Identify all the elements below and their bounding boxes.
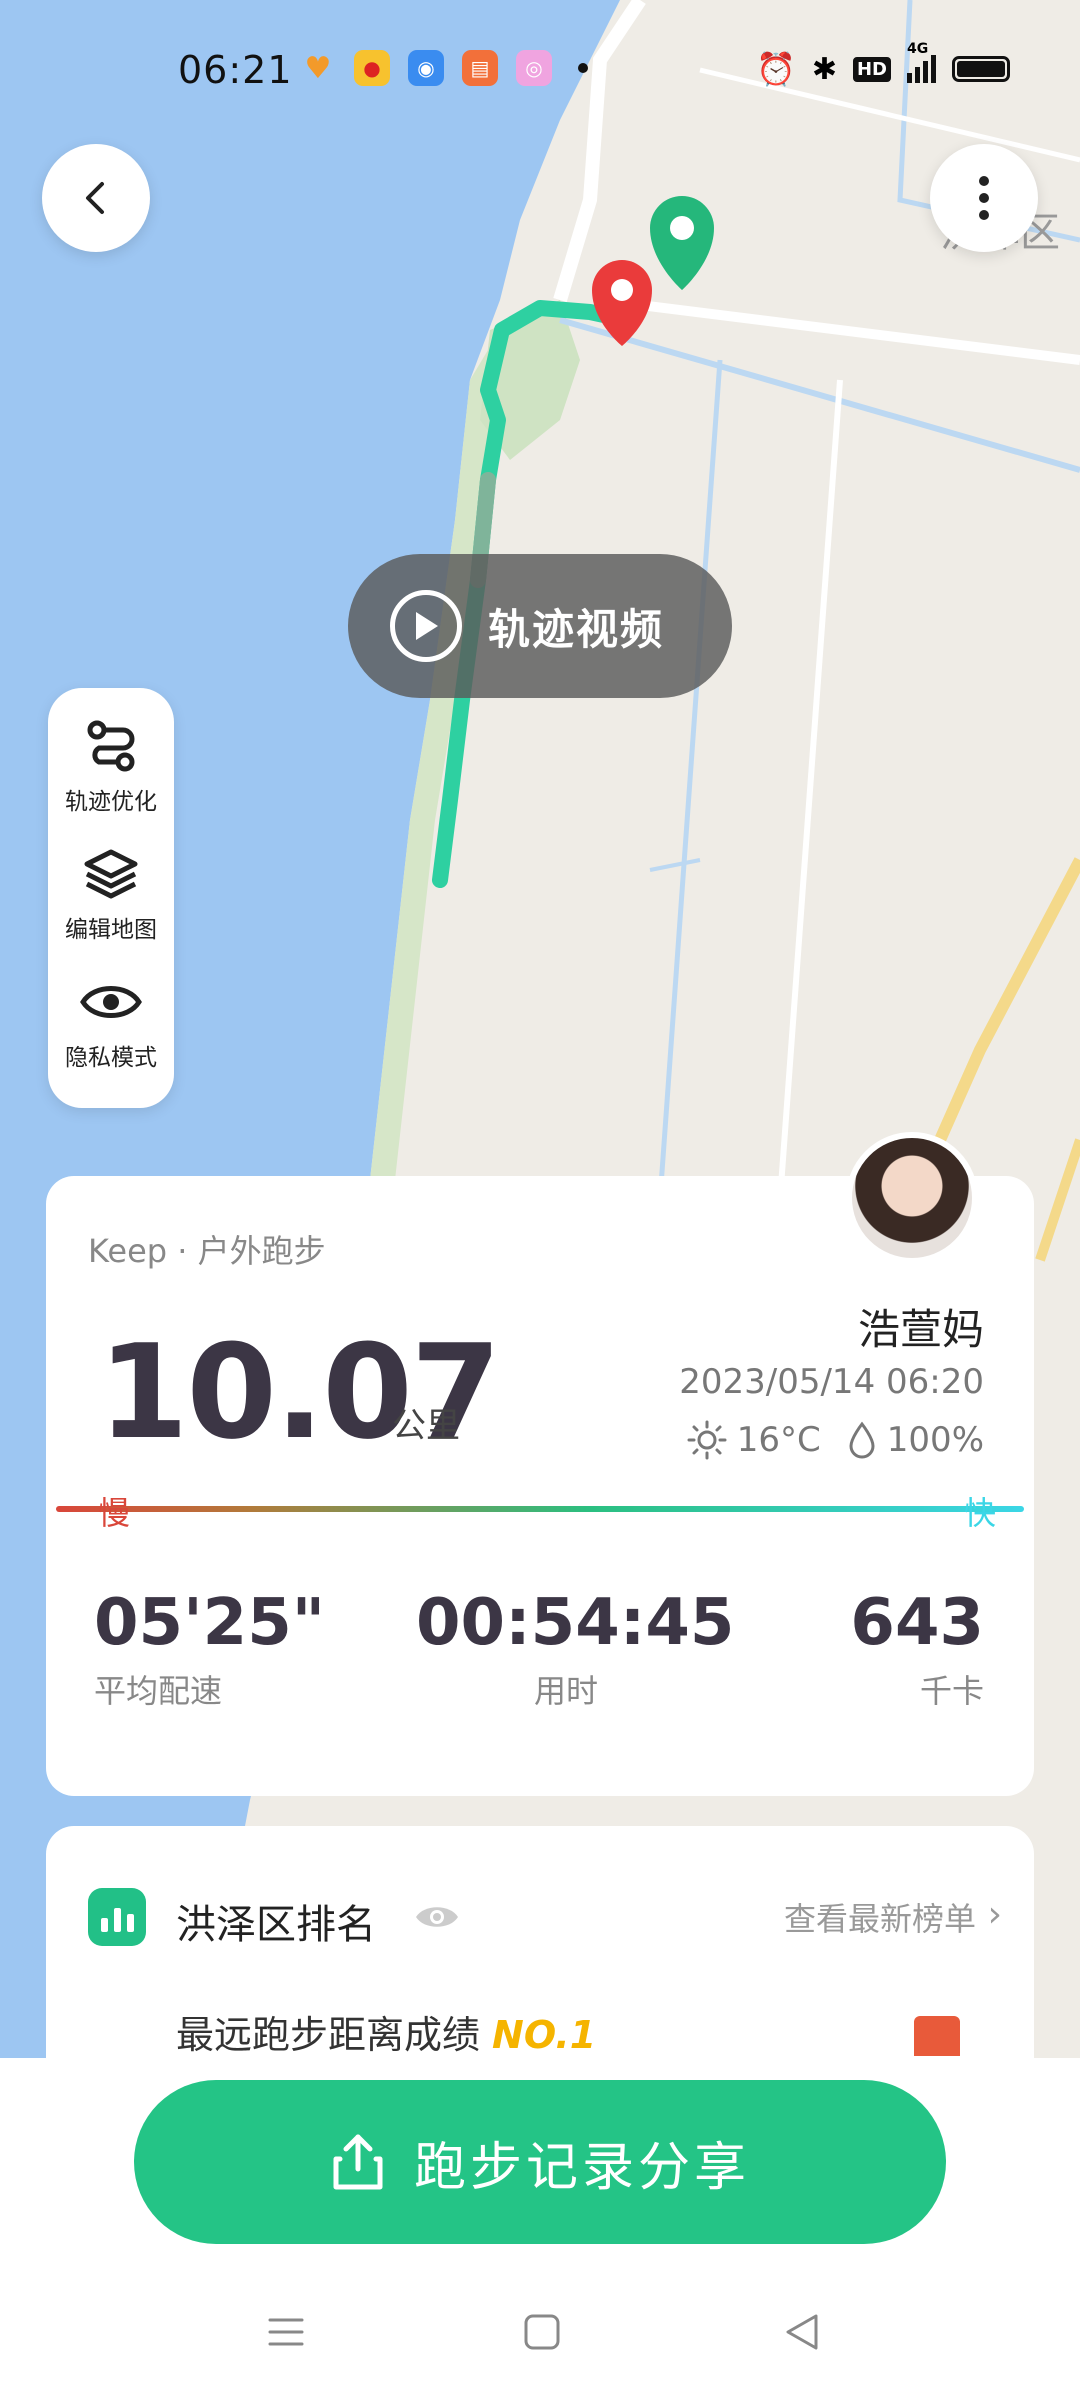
tool-privacy-mode[interactable]: 隐私模式 [48,970,174,1072]
weather-info: 16°C 100% [687,1420,984,1460]
status-time: 06:21 [178,48,293,92]
track-video-button[interactable]: 轨迹视频 [348,554,732,698]
eye-icon [48,970,174,1034]
rank-badge: NO.1 [492,2013,597,2057]
stat-label: 用时 [533,1672,598,1710]
share-icon [333,2134,383,2190]
browser-app-icon: ◉ [408,50,444,86]
share-button-label: 跑步记录分享 [413,2137,750,2198]
battery-icon [952,56,1010,82]
stat-duration: 00:54:45 用时 [416,1586,735,1712]
activity-source: Keep · 户外跑步 [88,1232,326,1270]
back-button[interactable] [42,144,150,252]
map-toolbox: 轨迹优化 编辑地图 隐私模式 [48,688,174,1108]
pace-gradient-bar [56,1506,1024,1512]
play-icon [390,590,462,662]
reader-app-icon: ▤ [462,50,498,86]
bluetooth-icon: ✱ [811,51,837,87]
status-bar: 06:21 ♥ ● ◉ ▤ ◎ ⏰ ✱ HD 4G [0,0,1080,140]
sun-icon [687,1420,727,1460]
alarm-icon: ⏰ [756,50,796,88]
tool-edit-map[interactable]: 编辑地图 [48,842,174,944]
system-nav-bar [0,2280,1080,2400]
stat-avg-pace: 05'25" 平均配速 [94,1586,325,1712]
visibility-eye-icon[interactable] [414,1902,460,1932]
tool-label: 编辑地图 [65,917,157,943]
stat-value: 643 [850,1586,984,1660]
ranking-title: 洪泽区排名 [176,1902,376,1948]
temperature: 16°C [736,1420,821,1460]
humidity-drop-icon [849,1421,875,1459]
tool-label: 隐私模式 [65,1045,157,1071]
run-summary-card: Keep · 户外跑步 10.07 公里 浩萱妈 2023/05/14 06:2… [46,1176,1034,1796]
medal-icon [914,2016,960,2056]
stat-value: 05'25" [94,1586,326,1660]
best-record-text: 最远跑步距离成绩 [176,2013,481,2057]
layers-icon [48,842,174,906]
share-run-button[interactable]: 跑步记录分享 [134,2080,946,2244]
best-record: 最远跑步距离成绩 NO.1 [176,2004,596,2059]
signal-icon: 4G [907,41,936,83]
humidity: 100% [886,1420,984,1460]
slow-label: 慢 [98,1494,131,1532]
hd-icon: HD [852,56,891,82]
fast-label: 快 [963,1494,996,1532]
weibo-app-icon: ● [354,50,390,86]
more-notifications-dot [578,63,588,73]
back-arrow-icon [86,182,104,214]
stat-label: 千卡 [919,1672,984,1710]
health-app-icon: ♥ [304,50,332,86]
distance-unit: 公里 [392,1406,460,1446]
run-datetime: 2023/05/14 06:20 [679,1362,984,1402]
stat-label: 平均配速 [94,1672,223,1710]
bar-chart-icon [88,1888,146,1946]
tool-route-optimize[interactable]: 轨迹优化 [48,714,174,816]
avatar[interactable] [846,1132,978,1264]
network-type: 4G [907,41,929,57]
home-nav-icon[interactable] [520,2310,564,2354]
track-video-label: 轨迹视频 [488,604,665,654]
stat-calories: 643 千卡 [850,1586,984,1712]
stat-value: 00:54:45 [416,1586,735,1660]
more-vertical-icon [979,176,989,220]
chevron-right-icon: › [987,1894,1002,1935]
more-options-button[interactable] [930,144,1038,252]
user-name: 浩萱妈 [857,1305,984,1354]
ranking-card[interactable]: 洪泽区排名 查看最新榜单 › 最远跑步距离成绩 NO.1 [46,1826,1034,2086]
tool-label: 轨迹优化 [65,789,157,815]
back-nav-icon[interactable] [780,2310,824,2354]
view-leaderboard-link[interactable]: 查看最新榜单 [784,1894,976,1940]
menu-nav-icon[interactable] [264,2310,308,2354]
route-optimize-icon [48,714,174,778]
camera-app-icon: ◎ [516,50,552,86]
